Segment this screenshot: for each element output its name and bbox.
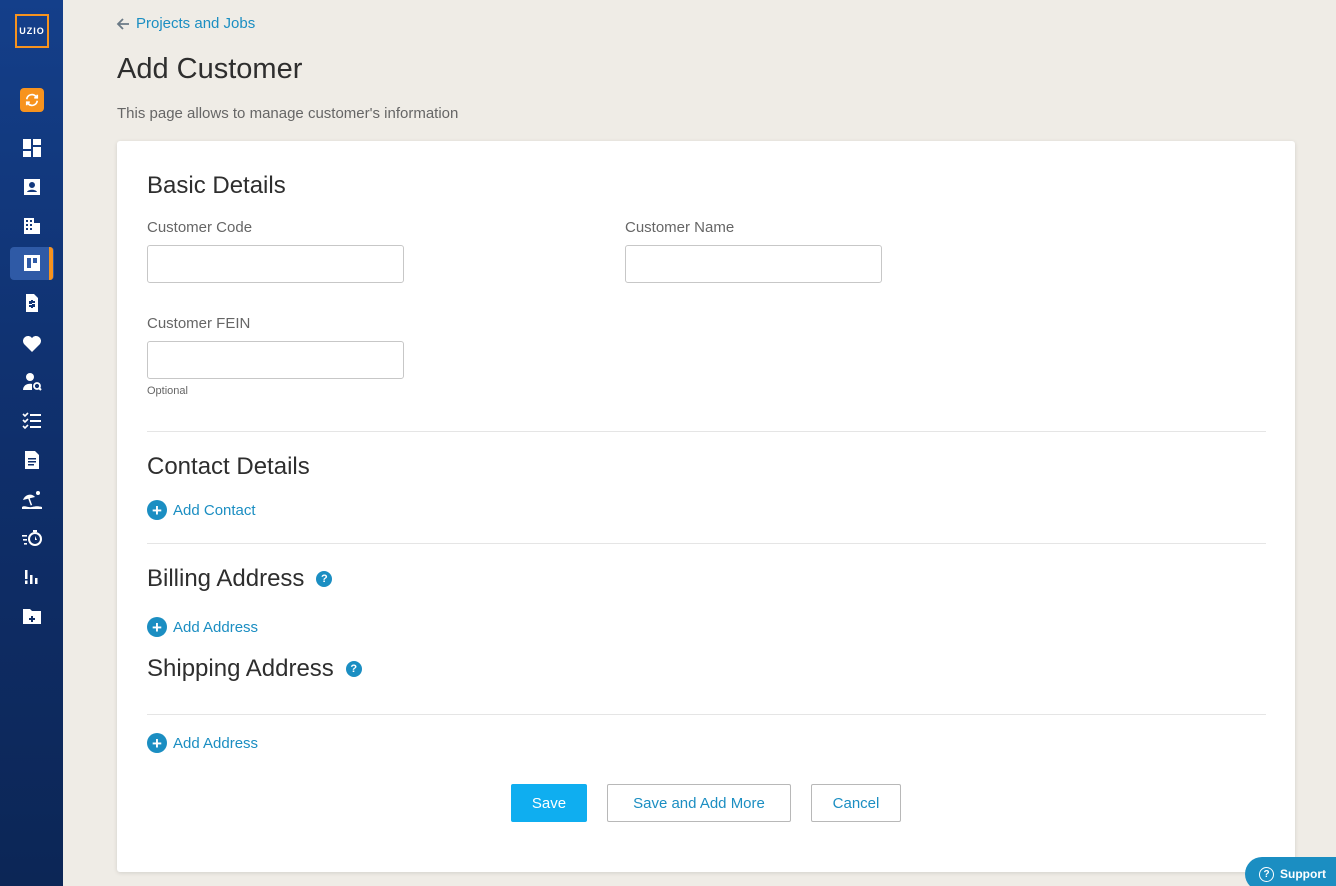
customer-form-card: Basic Details Customer Code Customer Nam… <box>117 141 1295 872</box>
save-and-add-more-button[interactable]: Save and Add More <box>607 784 791 822</box>
checklist-icon[interactable] <box>21 410 43 432</box>
customer-fein-hint: Optional <box>147 385 188 397</box>
heart-icon[interactable] <box>21 333 43 355</box>
support-button[interactable]: ? Support <box>1245 857 1336 886</box>
cancel-button[interactable]: Cancel <box>811 784 901 822</box>
question-icon: ? <box>1259 866 1274 882</box>
projects-board-icon[interactable] <box>21 252 43 274</box>
shipping-address-heading: Shipping Address ? <box>147 655 362 683</box>
add-billing-address-link[interactable]: + Add Address <box>147 617 258 637</box>
support-label: Support <box>1280 867 1326 881</box>
plus-circle-icon: + <box>147 733 167 753</box>
add-contact-link[interactable]: + Add Contact <box>147 500 256 520</box>
customer-fein-input[interactable] <box>147 341 404 379</box>
save-button[interactable]: Save <box>511 784 587 822</box>
sync-icon[interactable] <box>20 88 44 112</box>
invoice-dollar-icon[interactable] <box>21 292 43 314</box>
help-icon[interactable]: ? <box>345 661 362 677</box>
customer-name-input[interactable] <box>625 245 882 283</box>
breadcrumb-back-link[interactable]: Projects and Jobs <box>116 15 255 32</box>
vacation-beach-icon[interactable] <box>21 488 43 510</box>
customer-code-label: Customer Code <box>147 219 253 236</box>
building-icon[interactable] <box>21 215 43 237</box>
billing-address-heading: Billing Address ? <box>147 565 333 593</box>
document-icon[interactable] <box>21 449 43 471</box>
sidebar: UZIO <box>0 0 63 886</box>
add-contact-label: Add Contact <box>173 501 256 519</box>
contact-card-icon[interactable] <box>21 176 43 198</box>
timer-icon[interactable] <box>21 527 43 549</box>
reports-chart-icon[interactable] <box>21 566 43 588</box>
customer-name-label: Customer Name <box>625 219 735 236</box>
nav-active-indicator <box>49 247 53 280</box>
add-billing-address-label: Add Address <box>173 618 259 636</box>
page-title: Add Customer <box>117 53 303 85</box>
plus-circle-icon: + <box>147 500 167 520</box>
folder-add-icon[interactable] <box>21 605 43 627</box>
section-divider <box>147 431 1266 432</box>
uzio-logo[interactable]: UZIO <box>15 14 49 48</box>
add-shipping-address-link[interactable]: + Add Address <box>147 733 258 753</box>
customer-fein-label: Customer FEIN <box>147 315 251 332</box>
section-divider <box>147 714 1266 715</box>
section-divider <box>147 543 1266 544</box>
add-shipping-address-label: Add Address <box>173 734 259 752</box>
contact-details-heading: Contact Details <box>147 453 310 480</box>
page-subtitle: This page allows to manage customer's in… <box>117 105 459 122</box>
breadcrumb-label: Projects and Jobs <box>136 15 256 32</box>
user-search-icon[interactable] <box>21 371 43 393</box>
plus-circle-icon: + <box>147 617 167 637</box>
help-icon[interactable]: ? <box>316 571 333 587</box>
arrow-left-icon <box>116 17 129 30</box>
dashboard-icon[interactable] <box>21 137 43 159</box>
basic-details-heading: Basic Details <box>147 172 286 199</box>
customer-code-input[interactable] <box>147 245 404 283</box>
